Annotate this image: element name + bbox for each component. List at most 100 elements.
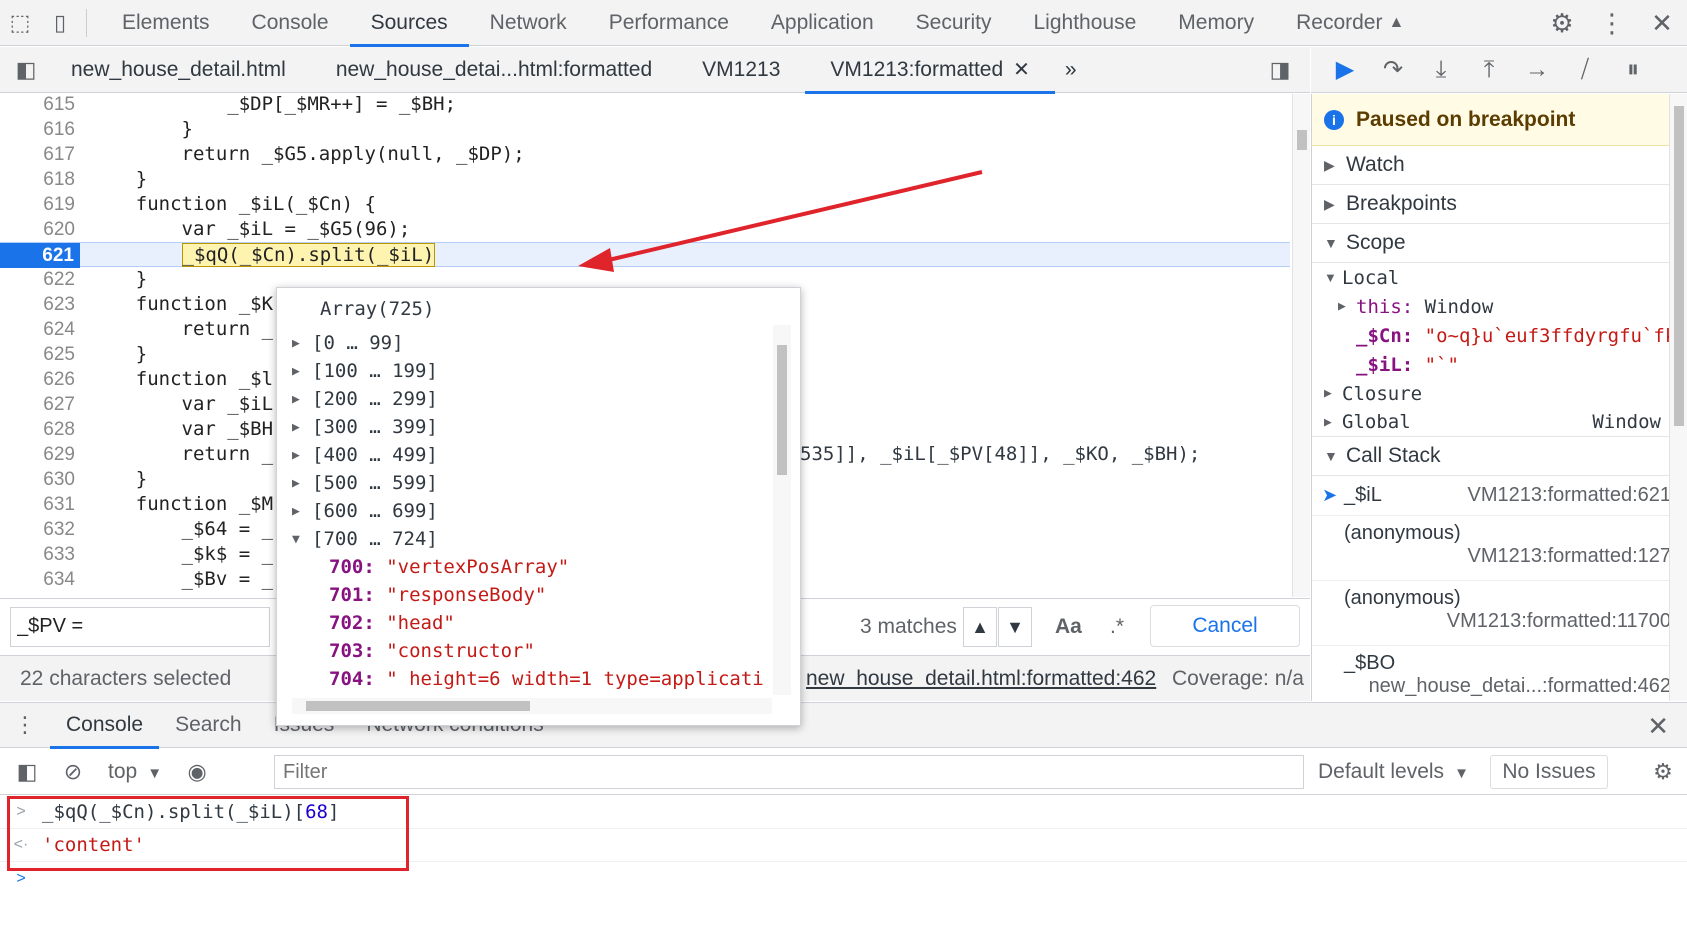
array-entry[interactable]: 702: "head" bbox=[329, 609, 455, 637]
console-filter-input[interactable] bbox=[274, 755, 1304, 789]
line-number[interactable]: 629 bbox=[0, 442, 75, 467]
line-number[interactable]: 630 bbox=[0, 467, 75, 492]
tab-memory[interactable]: Memory bbox=[1157, 0, 1275, 46]
match-case-button[interactable]: Aa bbox=[1055, 615, 1082, 639]
call-frame[interactable]: ➤ _$iL VM1213:formatted:621 bbox=[1312, 476, 1687, 516]
line-number[interactable]: 615 bbox=[0, 94, 75, 117]
scope-prop-il[interactable]: _$iL: "`" bbox=[1312, 350, 1687, 379]
popover-vscroll-thumb[interactable] bbox=[777, 345, 787, 475]
call-stack-pane-header[interactable]: ▼ Call Stack bbox=[1312, 437, 1687, 476]
log-levels-select[interactable]: Default levels ▼ bbox=[1318, 760, 1469, 784]
inspect-element-icon[interactable]: ⬚ bbox=[0, 0, 40, 46]
drawer-tab-search[interactable]: Search bbox=[159, 702, 258, 748]
source-location-link[interactable]: new_house_detail.html:formatted:462 bbox=[806, 667, 1156, 691]
editor-scroll-thumb[interactable] bbox=[1297, 130, 1307, 150]
line-number[interactable]: 616 bbox=[0, 117, 75, 142]
close-devtools-icon[interactable]: ✕ bbox=[1637, 0, 1687, 46]
console-settings-gear-icon[interactable]: ⚙ bbox=[1640, 749, 1686, 795]
editor-scrollbar[interactable] bbox=[1292, 94, 1310, 597]
regex-button[interactable]: .* bbox=[1110, 615, 1124, 639]
line-number[interactable]: 632 bbox=[0, 517, 75, 542]
call-frame[interactable]: _$BO new_house_detai...:formatted:462 bbox=[1312, 646, 1687, 701]
breakpoint-line-number[interactable]: 621 bbox=[0, 243, 80, 268]
clear-console-icon[interactable]: ⊘ bbox=[50, 749, 96, 795]
popover-hscroll-thumb[interactable] bbox=[306, 701, 530, 711]
array-entry[interactable]: 704: " height=6 width=1 type=applicati bbox=[329, 665, 764, 693]
line-number[interactable]: 628 bbox=[0, 417, 75, 442]
breakpoints-pane-header[interactable]: ▶ Breakpoints bbox=[1312, 185, 1687, 224]
tab-recorder[interactable]: Recorder ▲ bbox=[1275, 0, 1425, 46]
line-number[interactable]: 627 bbox=[0, 392, 75, 417]
popover-horizontal-scrollbar[interactable] bbox=[292, 698, 772, 714]
device-toolbar-icon[interactable]: ▯ bbox=[40, 0, 80, 46]
drawer-menu-icon[interactable]: ⋮ bbox=[0, 702, 50, 748]
line-number[interactable]: 617 bbox=[0, 142, 75, 167]
scope-prop-this[interactable]: ▶ this: Window bbox=[1312, 292, 1687, 321]
console-sidebar-icon[interactable]: ◧ bbox=[4, 749, 50, 795]
context-select[interactable]: top ▼ bbox=[96, 760, 174, 784]
resume-icon[interactable]: ▶ bbox=[1321, 47, 1369, 93]
live-expression-eye-icon[interactable]: ◉ bbox=[174, 749, 220, 795]
search-next-button[interactable]: ▼ bbox=[998, 607, 1032, 647]
search-input[interactable] bbox=[10, 606, 270, 647]
close-drawer-icon[interactable]: ✕ bbox=[1647, 711, 1669, 742]
line-number[interactable]: 622 bbox=[0, 267, 75, 292]
deactivate-breakpoints-icon[interactable]: ⧸ bbox=[1561, 47, 1609, 93]
more-tabs-button[interactable]: » bbox=[1055, 47, 1087, 93]
array-entry[interactable]: 700: "vertexPosArray" bbox=[329, 553, 569, 581]
tab-sources[interactable]: Sources bbox=[349, 0, 469, 47]
line-number[interactable]: 620 bbox=[0, 217, 75, 242]
tab-performance[interactable]: Performance bbox=[588, 0, 750, 46]
close-tab-icon[interactable]: ✕ bbox=[1013, 57, 1030, 82]
tab-security[interactable]: Security bbox=[895, 0, 1013, 46]
scope-global[interactable]: ▶ Global Window bbox=[1312, 408, 1687, 437]
array-range-row[interactable]: ▶ [0 … 99] bbox=[292, 329, 404, 357]
array-range-row[interactable]: ▶ [400 … 499] bbox=[292, 441, 438, 469]
step-out-icon[interactable]: ⤒ bbox=[1465, 47, 1513, 93]
toggle-debugger-sidebar-icon[interactable]: ◨ bbox=[1260, 47, 1300, 93]
array-range-row[interactable]: ▶ [300 … 399] bbox=[292, 413, 438, 441]
popover-vertical-scrollbar[interactable] bbox=[773, 325, 791, 695]
array-entry[interactable]: 701: "responseBody" bbox=[329, 581, 546, 609]
toggle-navigator-icon[interactable]: ◧ bbox=[6, 47, 46, 93]
file-tab-vm1213[interactable]: VM1213 bbox=[677, 47, 805, 93]
line-number[interactable]: 633 bbox=[0, 542, 75, 567]
file-tab-new-house-detail[interactable]: new_house_detail.html bbox=[46, 47, 311, 93]
tab-network[interactable]: Network bbox=[469, 0, 588, 46]
tab-application[interactable]: Application bbox=[750, 0, 895, 46]
issues-button[interactable]: No Issues bbox=[1490, 755, 1608, 789]
sidebar-scrollbar[interactable] bbox=[1669, 94, 1687, 701]
search-previous-button[interactable]: ▲ bbox=[963, 607, 997, 647]
file-tab-vm1213-formatted[interactable]: VM1213:formatted ✕ bbox=[805, 47, 1055, 94]
scope-local[interactable]: ▼ Local bbox=[1312, 263, 1687, 292]
call-frame[interactable]: (anonymous) VM1213:formatted:127 bbox=[1312, 516, 1687, 581]
array-range-row[interactable]: ▼ [700 … 724] bbox=[292, 525, 438, 553]
line-number[interactable]: 618 bbox=[0, 167, 75, 192]
more-options-icon[interactable]: ⋮ bbox=[1587, 0, 1637, 46]
drawer-tab-console[interactable]: Console bbox=[50, 702, 160, 749]
step-over-icon[interactable]: ↷ bbox=[1369, 47, 1417, 93]
tab-console[interactable]: Console bbox=[231, 0, 350, 46]
call-frame[interactable]: (anonymous) VM1213:formatted:11700 bbox=[1312, 581, 1687, 646]
tab-lighthouse[interactable]: Lighthouse bbox=[1013, 0, 1158, 46]
line-number[interactable]: 623 bbox=[0, 292, 75, 317]
scope-closure[interactable]: ▶ Closure bbox=[1312, 379, 1687, 408]
array-range-row[interactable]: ▶ [200 … 299] bbox=[292, 385, 438, 413]
step-into-icon[interactable]: ⤓ bbox=[1417, 47, 1465, 93]
line-number[interactable]: 631 bbox=[0, 492, 75, 517]
line-number[interactable]: 624 bbox=[0, 317, 75, 342]
tab-elements[interactable]: Elements bbox=[101, 0, 231, 46]
scope-pane-header[interactable]: ▼ Scope bbox=[1312, 224, 1687, 263]
array-entry[interactable]: 703: "constructor" bbox=[329, 637, 535, 665]
line-number[interactable]: 625 bbox=[0, 342, 75, 367]
object-preview-popover[interactable]: Array(725) ▶ [0 … 99] ▶ [100 … 199] ▶ [200 … bbox=[276, 287, 801, 726]
search-cancel-button[interactable]: Cancel bbox=[1150, 605, 1300, 647]
line-number[interactable]: 634 bbox=[0, 567, 75, 592]
array-range-row[interactable]: ▶ [600 … 699] bbox=[292, 497, 438, 525]
file-tab-new-house-detail-formatted[interactable]: new_house_detai...html:formatted bbox=[311, 47, 677, 93]
array-range-row[interactable]: ▶ [500 … 599] bbox=[292, 469, 438, 497]
sidebar-scroll-thumb[interactable] bbox=[1674, 106, 1684, 426]
pause-on-exceptions-icon[interactable]: ⏸ bbox=[1609, 47, 1657, 93]
scope-prop-cn[interactable]: _$Cn: "o~q}u`euf3ffdyrgfu`fk bbox=[1312, 321, 1687, 350]
watch-pane-header[interactable]: ▶ Watch bbox=[1312, 146, 1687, 185]
